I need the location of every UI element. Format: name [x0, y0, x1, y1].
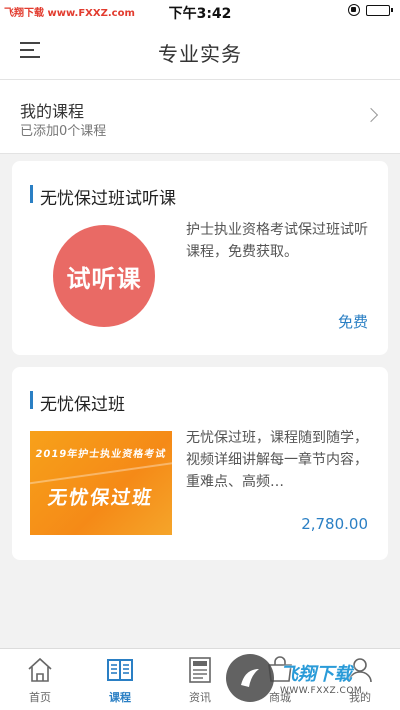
status-bar: 飞翔下载 www.FXXZ.com 下午3:42 [0, 0, 400, 22]
page-title: 专业实务 [158, 42, 242, 66]
course-description: 护士执业资格考试保过班试听课程，免费获取。 [186, 222, 368, 260]
watermark-title: 飞翔下载 [280, 664, 352, 685]
my-courses-title: 我的课程 [20, 102, 85, 121]
thumbnail-caption: 2019年护士执业资格考试 [34, 449, 167, 460]
battery-icon [366, 4, 393, 16]
course-thumbnail: 2019年护士执业资格考试 无忧保过班 [30, 431, 172, 535]
thumbnail-title: 无忧保过班 [46, 487, 155, 509]
rotation-lock-icon [348, 4, 360, 16]
status-icons [348, 4, 393, 16]
title-accent-bar [30, 185, 33, 203]
book-icon [107, 659, 133, 681]
watermark-url: WWW.FXXZ.COM [280, 686, 363, 696]
status-time: 下午3:42 [168, 6, 232, 22]
watermark: 飞翔下载 WWW.FXXZ.COM [226, 650, 396, 706]
home-icon [28, 657, 52, 682]
title-accent-bar [30, 391, 33, 409]
course-price: 2,780.00 [301, 515, 368, 533]
watermark-logo-icon [226, 654, 274, 702]
course-title: 无忧保过班试听课 [40, 189, 176, 209]
tab-home[interactable]: 首页 [0, 655, 80, 705]
tab-label: 课程 [109, 691, 131, 704]
news-icon [189, 657, 211, 683]
course-title: 无忧保过班 [40, 395, 125, 415]
nav-bar: 专业实务 [0, 22, 400, 80]
my-courses-count: 已添加0个课程 [20, 124, 107, 139]
tab-courses[interactable]: 课程 [80, 655, 160, 705]
course-description: 无忧保过班，课程随到随学，视频详细讲解每一章节内容，重难点、高频… [186, 430, 368, 490]
course-card-premium[interactable]: 无忧保过班 2019年护士执业资格考试 无忧保过班 无忧保过班，课程随到随学，视… [12, 367, 388, 560]
chevron-right-icon [363, 107, 379, 123]
tab-label: 首页 [29, 691, 51, 704]
my-courses-row[interactable]: 我的课程 已添加0个课程 [0, 80, 400, 154]
course-price: 免费 [337, 313, 368, 331]
course-thumbnail: 试听课 [53, 225, 155, 327]
course-card-trial[interactable]: 无忧保过班试听课 试听课 护士执业资格考试保过班试听课程，免费获取。 免费 [12, 161, 388, 355]
